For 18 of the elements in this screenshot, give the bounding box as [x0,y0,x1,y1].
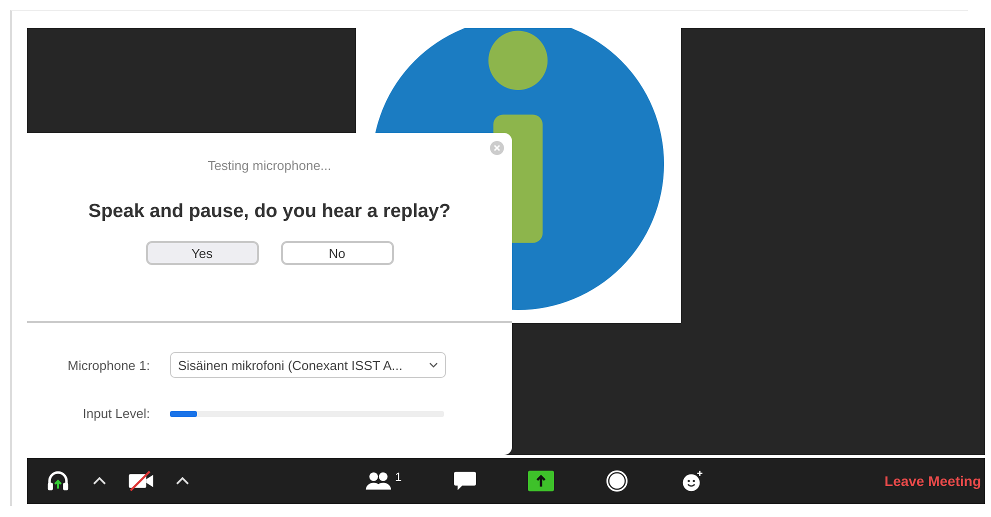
video-off-icon[interactable] [128,470,154,492]
leave-meeting-button[interactable]: Leave Meeting [884,473,985,489]
participants-icon[interactable] [365,470,391,492]
caret-icon[interactable] [93,477,106,485]
record-icon[interactable] [604,470,630,492]
input-level-label: Input Level: [82,406,150,421]
chevron-icon [429,362,438,368]
share-screen-icon[interactable] [528,470,554,492]
headphones-icon[interactable] [45,470,71,492]
participants-count: 1 [395,470,402,484]
microphone-dropdown[interactable]: Sisäinen mikrofoni (Conexant ISST A... [170,352,446,378]
caret-icon[interactable] [176,477,189,485]
status-text: Testing microphone... [208,158,332,173]
microphone-label: Microphone 1: [66,358,150,372]
chat-icon[interactable] [452,470,478,492]
answer-button[interactable]: Yes [146,241,258,265]
question-text: Speak and pause, do you hear a replay? [88,201,451,223]
answer-button[interactable]: No [280,241,394,265]
